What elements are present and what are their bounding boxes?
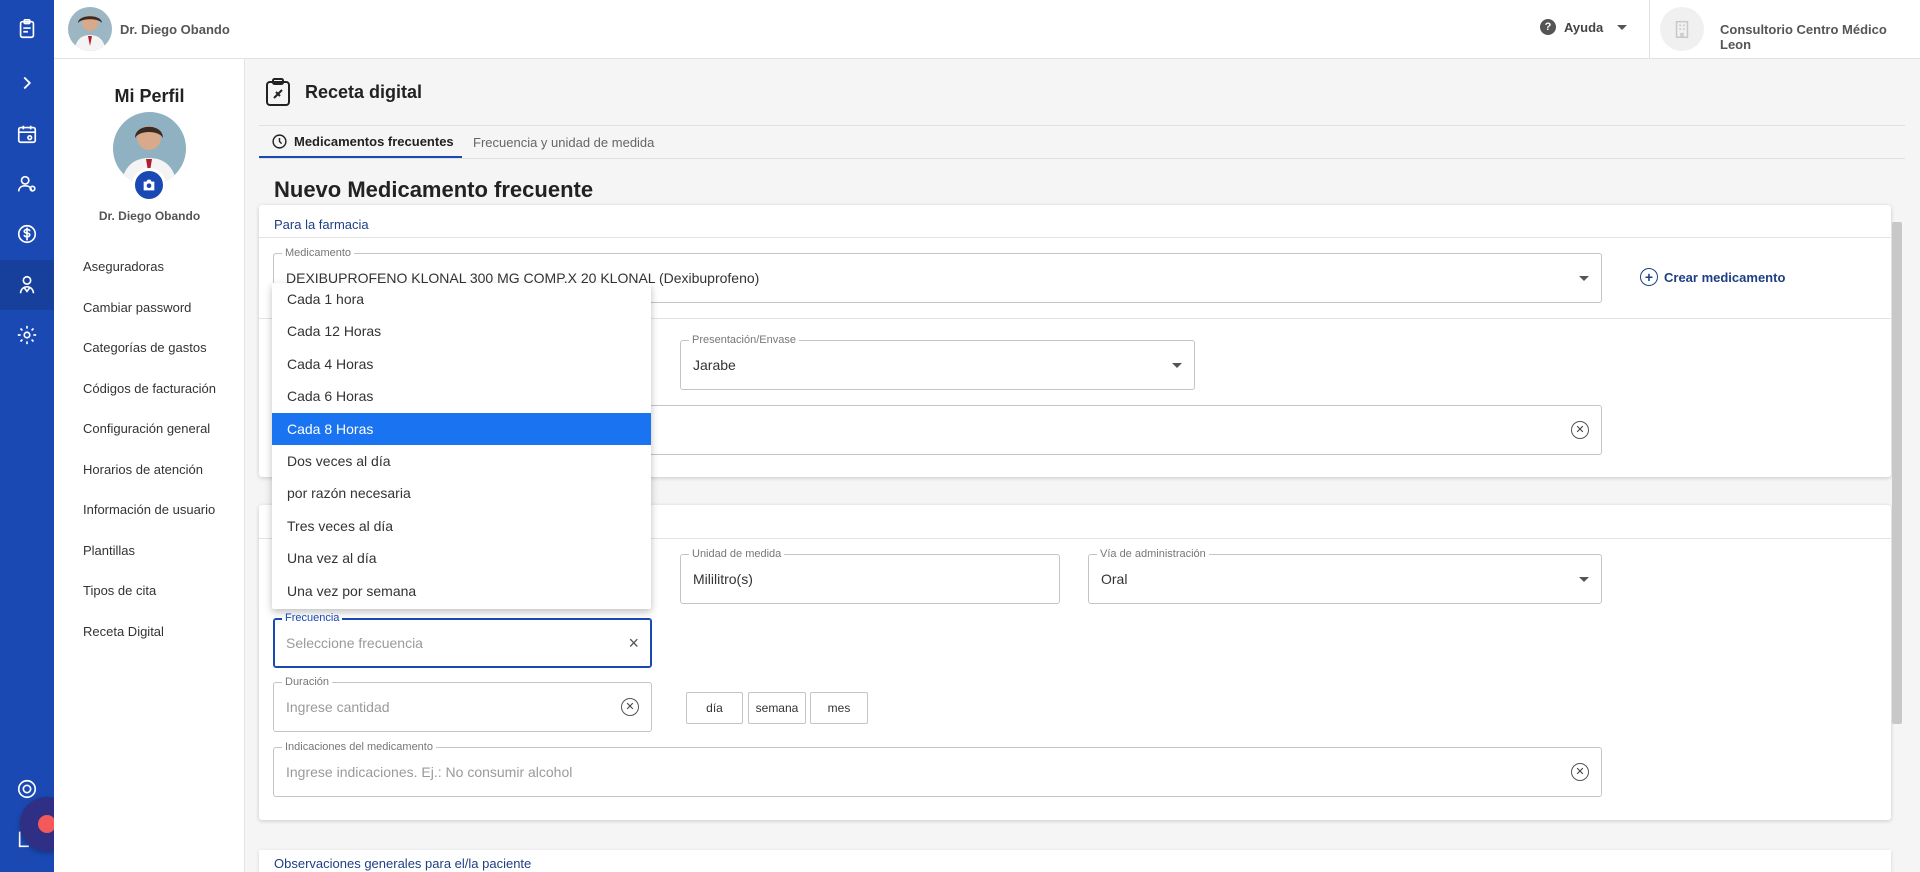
indicaciones-input[interactable]: Indicaciones del medicamento Ingrese ind… — [273, 741, 1602, 797]
page-title: Receta digital — [305, 81, 423, 102]
field-label: Duración — [282, 676, 333, 688]
prescription-icon — [266, 78, 290, 106]
menu-item-informacion-usuario[interactable]: Información de usuario — [83, 500, 216, 541]
menu-item-configuracion-general[interactable]: Configuración general — [83, 419, 216, 460]
duration-unit-dia-button[interactable]: día — [686, 692, 743, 724]
camera-icon — [143, 179, 155, 191]
menu-item-categorias-gastos[interactable]: Categorías de gastos — [83, 338, 216, 379]
option-cada-1-hora[interactable]: Cada 1 hora — [272, 283, 651, 315]
clock-icon — [272, 133, 287, 149]
create-label: Crear medicamento — [1664, 269, 1786, 285]
field-label: Indicaciones del medicamento — [282, 741, 436, 753]
menu-item-cambiar-password[interactable]: Cambiar password — [83, 298, 216, 339]
option-dos-veces-al-dia[interactable]: Dos veces al día — [272, 445, 651, 477]
patients-icon[interactable] — [12, 169, 42, 199]
tabs-bar: Medicamentos frecuentes Frecuencia y uni… — [259, 125, 1905, 159]
page-header: Receta digital — [263, 77, 422, 107]
help-menu[interactable]: ? Ayuda — [1540, 19, 1628, 35]
doctor-name: Dr. Diego Obando — [120, 22, 230, 37]
doctor-icon[interactable] — [12, 270, 42, 300]
menu-item-receta-digital[interactable]: Receta Digital — [83, 622, 216, 663]
doctor-avatar[interactable] — [68, 7, 112, 51]
field-label: Medicamento — [282, 247, 355, 259]
observaciones-header: Observaciones generales para el/la pacie… — [259, 850, 1891, 872]
divider — [1649, 0, 1650, 59]
tab-label: Medicamentos frecuentes — [294, 133, 454, 149]
clear-icon[interactable]: ✕ — [1571, 421, 1589, 439]
option-cada-6-horas[interactable]: Cada 6 Horas — [272, 380, 651, 412]
scrollbar[interactable] — [1892, 222, 1902, 724]
tab-label: Frecuencia y unidad de medida — [473, 134, 655, 150]
tab-medicamentos-frecuentes[interactable]: Medicamentos frecuentes — [259, 126, 462, 158]
unidad-medida-input[interactable]: Unidad de medida Mililitro(s) — [680, 548, 1060, 604]
indicaciones-placeholder: Ingrese indicaciones. Ej.: No consumir a… — [286, 764, 573, 780]
option-tres-veces-al-dia[interactable]: Tres veces al día — [272, 510, 651, 542]
menu-item-plantillas[interactable]: Plantillas — [83, 541, 216, 582]
create-medication-button[interactable]: + Crear medicamento — [1640, 268, 1785, 286]
clinic-building-icon[interactable] — [1660, 7, 1704, 51]
duration-unit-mes-button[interactable]: mes — [810, 692, 868, 724]
option-por-razon-necesaria[interactable]: por razón necesaria — [272, 477, 651, 509]
expand-chevron-icon[interactable] — [12, 68, 42, 98]
option-una-vez-al-dia[interactable]: Una vez al día — [272, 542, 651, 574]
profile-name: Dr. Diego Obando — [98, 209, 201, 223]
clear-icon[interactable]: ✕ — [621, 698, 639, 716]
duracion-input[interactable]: Duración Ingrese cantidad ✕ — [273, 676, 652, 732]
via-administracion-select[interactable]: Vía de administración Oral — [1088, 548, 1602, 604]
clear-icon[interactable]: ✕ — [1571, 763, 1589, 781]
frecuencia-select[interactable]: Frecuencia Seleccione frecuencia × — [273, 612, 652, 668]
card-header: Para la farmacia — [259, 205, 1891, 238]
clinic-name[interactable]: Consultorio Centro Médico Leon — [1720, 22, 1920, 52]
help-question-icon: ? — [1540, 19, 1556, 35]
app-root: Dr. Diego Obando ? Ayuda Consultorio Cen… — [0, 0, 1920, 872]
change-photo-button[interactable] — [132, 168, 166, 202]
profile-sidebar: Mi Perfil Dr. Diego Obando Aseguradoras … — [54, 59, 245, 872]
menu-item-tipos-cita[interactable]: Tipos de cita — [83, 581, 216, 622]
option-cada-12-horas[interactable]: Cada 12 Horas — [272, 315, 651, 347]
plus-icon: + — [1640, 268, 1658, 286]
profile-title: Mi Perfil — [114, 86, 185, 106]
clipboard-icon[interactable] — [12, 14, 42, 44]
chevron-down-icon — [1617, 24, 1628, 30]
icon-rail — [0, 0, 54, 872]
field-label: Vía de administración — [1097, 548, 1209, 560]
frecuencia-dropdown: Cada 1 hora Cada 12 Horas Cada 4 Horas C… — [272, 283, 651, 609]
unidad-value: Mililitro(s) — [693, 571, 753, 587]
option-cada-8-horas[interactable]: Cada 8 Horas — [272, 412, 651, 445]
calendar-icon[interactable] — [12, 119, 42, 149]
option-cada-4-horas[interactable]: Cada 4 Horas — [272, 348, 651, 380]
menu-item-aseguradoras[interactable]: Aseguradoras — [83, 257, 216, 298]
help-label: Ayuda — [1564, 19, 1604, 35]
field-label: Unidad de medida — [689, 548, 785, 560]
presentacion-select[interactable]: Presentación/Envase Jarabe — [680, 334, 1195, 390]
via-value: Oral — [1101, 571, 1128, 587]
top-bar: Dr. Diego Obando ? Ayuda Consultorio Cen… — [54, 0, 1920, 59]
close-icon[interactable]: × — [628, 633, 639, 653]
chevron-down-icon — [1172, 363, 1182, 368]
settings-gear-icon[interactable] — [12, 320, 42, 350]
billing-dollar-icon[interactable] — [12, 219, 42, 249]
chevron-down-icon — [1579, 577, 1589, 582]
duracion-placeholder: Ingrese cantidad — [286, 699, 390, 715]
option-una-vez-por-semana[interactable]: Una vez por semana — [272, 575, 651, 607]
frecuencia-placeholder: Seleccione frecuencia — [286, 635, 423, 651]
chevron-down-icon — [1579, 276, 1589, 281]
field-label: Presentación/Envase — [689, 334, 799, 346]
field-label: Frecuencia — [282, 612, 343, 624]
profile-menu: Aseguradoras Cambiar password Categorías… — [83, 257, 216, 662]
duration-unit-semana-button[interactable]: semana — [748, 692, 806, 724]
menu-item-horarios-atencion[interactable]: Horarios de atención — [83, 460, 216, 501]
tab-frecuencia-unidad[interactable]: Frecuencia y unidad de medida — [473, 126, 654, 158]
presentacion-value: Jarabe — [693, 357, 736, 373]
menu-item-codigos-facturacion[interactable]: Códigos de facturación — [83, 379, 216, 420]
section-title: Nuevo Medicamento frecuente — [274, 177, 594, 202]
